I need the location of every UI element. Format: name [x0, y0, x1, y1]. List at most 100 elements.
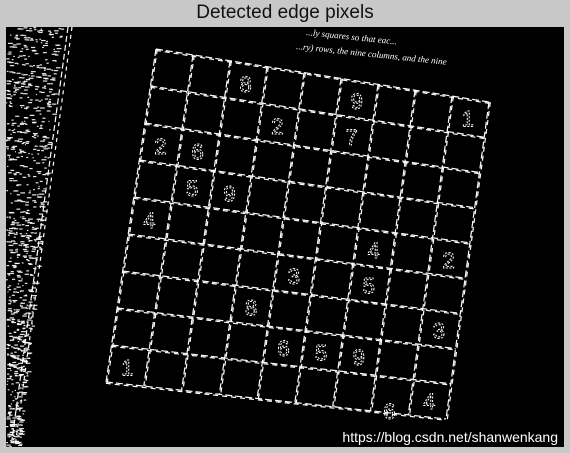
- noise-pixel: [10, 133, 12, 135]
- noise-pixel: [39, 193, 41, 195]
- noise-pixel: [32, 157, 34, 159]
- noise-pixel: [20, 34, 25, 36]
- noise-pixel: [26, 156, 29, 159]
- noise-pixel: [31, 250, 36, 253]
- noise-pixel: [8, 229, 10, 232]
- noise-pixel: [12, 338, 15, 341]
- noise-pixel: [19, 97, 23, 99]
- noise-pixel: [28, 55, 30, 58]
- noise-pixel: [14, 200, 18, 202]
- noise-pixel: [23, 313, 27, 315]
- grid-vertical-edge: [220, 66, 269, 395]
- noise-pixel: [21, 218, 27, 220]
- noise-pixel: [8, 90, 10, 92]
- noise-pixel: [10, 403, 12, 405]
- noise-pixel: [37, 220, 40, 222]
- noise-pixel: [57, 51, 60, 53]
- noise-pixel: [25, 232, 28, 235]
- noise-pixel: [24, 386, 27, 388]
- noise-pixel: [26, 106, 30, 108]
- noise-pixel: [8, 289, 12, 291]
- noise-pixel: [7, 97, 13, 100]
- noise-pixel: [47, 83, 51, 85]
- noise-pixel: [58, 27, 61, 30]
- noise-pixel: [22, 122, 26, 125]
- noise-pixel: [44, 87, 47, 89]
- watermark: https://blog.csdn.net/shanwenkang: [342, 429, 558, 445]
- sudoku-digit: 5: [363, 274, 375, 299]
- noise-pixel: [22, 327, 26, 329]
- noise-pixel: [28, 357, 31, 359]
- sudoku-digit: 8: [245, 295, 257, 320]
- grid-vertical-edge: [182, 60, 232, 391]
- noise-pixel: [20, 427, 24, 430]
- noise-pixel: [17, 125, 20, 127]
- noise-pixel: [17, 63, 19, 65]
- noise-pixel: [30, 273, 33, 276]
- sudoku-digit: 8: [239, 72, 251, 97]
- noise-pixel: [40, 124, 43, 126]
- noise-pixel: [16, 442, 20, 444]
- noise-pixel: [51, 103, 57, 105]
- noise-pixel: [25, 141, 30, 143]
- noise-pixel: [6, 70, 9, 73]
- noise-pixel: [27, 238, 30, 240]
- noise-pixel: [59, 36, 63, 38]
- noise-pixel: [20, 92, 23, 94]
- noise-pixel: [18, 396, 23, 398]
- noise-pixel: [33, 148, 37, 150]
- noise-pixel: [19, 104, 25, 107]
- noise-pixel: [6, 102, 8, 104]
- noise-pixel: [24, 144, 26, 146]
- noise-pixel: [42, 162, 45, 164]
- noise-pixel: [9, 424, 12, 427]
- noise-pixel: [9, 296, 11, 298]
- noise-pixel: [21, 235, 25, 237]
- noise-pixel: [32, 194, 37, 196]
- noise-pixel: [25, 246, 28, 248]
- noise-pixel: [26, 89, 28, 91]
- noise-pixel: [6, 216, 9, 218]
- noise-pixel: [9, 61, 14, 64]
- noise-pixel: [37, 153, 40, 155]
- noise-pixel: [43, 68, 47, 70]
- noise-pixel: [30, 232, 34, 234]
- noise-pixel: [24, 282, 28, 284]
- noise-pixel: [8, 285, 11, 287]
- noise-pixel: [15, 87, 18, 89]
- noise-pixel: [10, 193, 12, 195]
- sudoku-digit: 2: [442, 248, 454, 273]
- noise-pixel: [40, 203, 45, 205]
- noise-pixel: [19, 443, 23, 445]
- noise-pixel: [21, 331, 26, 333]
- noise-pixel: [34, 88, 39, 90]
- noise-pixel: [47, 75, 51, 77]
- noise-pixel: [37, 135, 39, 137]
- noise-pixel: [24, 64, 26, 66]
- noise-pixel: [21, 48, 24, 50]
- noise-pixel: [10, 270, 14, 273]
- noise-pixel: [17, 363, 19, 366]
- noise-pixel: [20, 349, 22, 351]
- noise-pixel: [41, 73, 47, 75]
- noise-pixel: [22, 216, 25, 218]
- noise-pixel: [25, 63, 29, 65]
- noise-pixel: [21, 121, 24, 123]
- noise-pixel: [35, 99, 39, 101]
- noise-pixel: [15, 222, 20, 224]
- noise-pixel: [26, 258, 29, 261]
- noise-pixel: [48, 30, 51, 32]
- noise-pixel: [40, 42, 43, 44]
- noise-pixel: [26, 375, 29, 377]
- noise-pixel: [32, 50, 35, 52]
- noise-pixel: [20, 244, 23, 247]
- noise-pixel: [10, 252, 16, 254]
- noise-pixel: [19, 387, 22, 389]
- grid-vertical-edge: [180, 60, 231, 391]
- noise-pixel: [21, 320, 25, 322]
- noise-pixel: [9, 65, 15, 67]
- noise-pixel: [31, 99, 33, 101]
- noise-pixel: [19, 233, 23, 235]
- noise-pixel: [13, 288, 17, 290]
- noise-pixel: [19, 430, 25, 433]
